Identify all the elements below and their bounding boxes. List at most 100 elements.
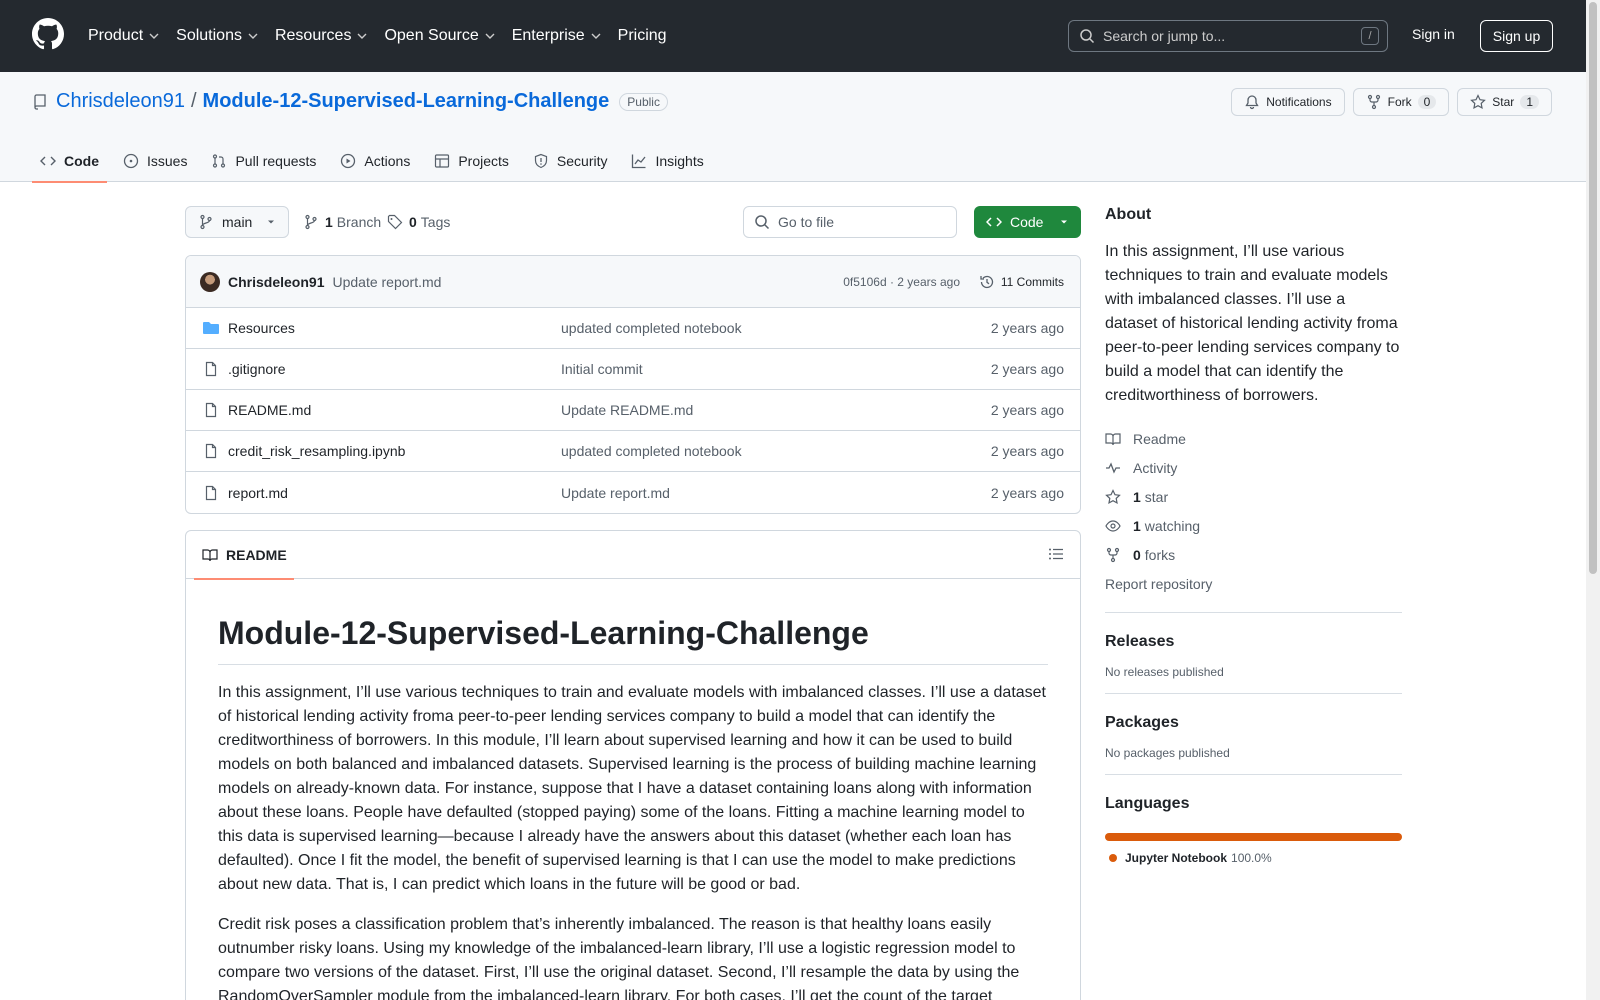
notifications-button[interactable]: Notifications <box>1231 88 1345 116</box>
star-icon <box>1105 488 1121 505</box>
branch-count: 1 <box>325 214 333 230</box>
tab-insights[interactable]: Insights <box>623 140 711 182</box>
repo-separator: / <box>190 90 197 112</box>
branches-link[interactable]: 1 Branch <box>303 206 381 238</box>
tab-label: Actions <box>364 153 411 169</box>
sign-in-link[interactable]: Sign in <box>1412 26 1455 42</box>
file-name-link[interactable]: README.md <box>228 402 311 418</box>
tab-label: Security <box>556 153 608 169</box>
tab-pull-requests[interactable]: Pull requests <box>203 140 324 182</box>
tab-issues[interactable]: Issues <box>115 140 195 182</box>
star-label: Star <box>1492 95 1515 109</box>
eye-icon <box>1105 518 1121 534</box>
list-icon[interactable] <box>1048 546 1064 562</box>
readme-paragraph: Credit risk poses a classification probl… <box>218 916 1020 1000</box>
releases-title[interactable]: Releases <box>1105 633 1402 651</box>
search-input[interactable]: Search or jump to... / <box>1068 20 1388 52</box>
repo-title: Chrisdeleon91 / Module-12-Supervised-Lea… <box>32 90 668 113</box>
github-logo-icon[interactable] <box>32 18 64 50</box>
readme-panel: README Module-12-Supervised-Learning-Cha… <box>185 530 1081 1000</box>
tab-label: Projects <box>458 153 509 169</box>
tab-actions[interactable]: Actions <box>332 140 418 182</box>
tab-label: Issues <box>147 153 188 169</box>
tab-security[interactable]: Security <box>525 140 616 182</box>
file-commit-message[interactable]: updated completed notebook <box>561 443 742 459</box>
file-date: 2 years ago <box>990 320 1064 336</box>
nav-solutions[interactable]: Solutions <box>176 27 259 45</box>
file-name-link[interactable]: Resources <box>228 320 295 336</box>
commits-history-link[interactable]: 11 Commits <box>979 274 1064 290</box>
star-button[interactable]: Star 1 <box>1457 88 1552 116</box>
commits-count: 11 Commits <box>1000 274 1064 289</box>
table-row[interactable]: .gitignore Initial commit 2 years ago <box>186 349 1080 390</box>
table-row[interactable]: credit_risk_resampling.ipynb updated com… <box>186 431 1080 472</box>
file-icon <box>202 361 220 377</box>
file-commit-message[interactable]: Update report.md <box>561 485 670 501</box>
file-name-link[interactable]: report.md <box>228 485 288 501</box>
tag-label: Tags <box>420 214 451 230</box>
commit-message-link[interactable]: Update report.md <box>332 274 441 290</box>
tag-count: 0 <box>409 214 417 230</box>
readme-tab[interactable]: README <box>194 531 294 580</box>
code-dropdown-button[interactable]: Code <box>974 206 1081 238</box>
repo-tabs: Code Issues Pull requests Actions Projec… <box>32 140 720 183</box>
about-title: About <box>1105 206 1152 223</box>
watchers-link[interactable]: 1 watching <box>1105 511 1402 540</box>
commit-author-link[interactable]: Chrisdeleon91 <box>228 274 324 290</box>
table-row[interactable]: README.md Update README.md 2 years ago <box>186 390 1080 431</box>
page-scrollbar[interactable] <box>1586 0 1600 1000</box>
readme-link[interactable]: Readme <box>1105 424 1402 453</box>
latest-commit-row: Chrisdeleon91 Update report.md 0f5106d ·… <box>186 256 1080 308</box>
nav-product[interactable]: Product <box>88 27 160 45</box>
tags-link[interactable]: 0 Tags <box>387 206 450 238</box>
readme-title: Module-12-Supervised-Learning-Challenge <box>218 615 1048 665</box>
book-icon <box>1105 431 1121 447</box>
repo-name-link[interactable]: Module-12-Supervised-Learning-Challenge <box>203 90 610 113</box>
commit-meta[interactable]: 0f5106d · 2 years ago <box>843 275 960 289</box>
search-shortcut-badge: / <box>1361 27 1379 45</box>
table-row[interactable]: Resources updated completed notebook 2 y… <box>186 308 1080 349</box>
branch-select-button[interactable]: main <box>185 206 289 238</box>
file-name-link[interactable]: .gitignore <box>228 361 286 377</box>
activity-link[interactable]: Activity <box>1105 453 1402 482</box>
nav-enterprise[interactable]: Enterprise <box>512 27 602 45</box>
global-header: Product Solutions Resources Open Source … <box>0 0 1586 72</box>
file-commit-message[interactable]: Update README.md <box>561 402 693 418</box>
scrollbar-thumb[interactable] <box>1589 2 1597 574</box>
packages-title[interactable]: Packages <box>1105 714 1402 732</box>
watching-label: watching <box>1144 517 1201 534</box>
nav-open-source[interactable]: Open Source <box>384 27 495 45</box>
tab-label: Pull requests <box>235 153 317 169</box>
releases-section: Releases No releases published <box>1105 612 1402 679</box>
nav-label: Resources <box>274 27 352 44</box>
chevron-down-icon <box>356 30 368 42</box>
nav-resources[interactable]: Resources <box>275 27 368 45</box>
file-commit-message[interactable]: updated completed notebook <box>561 320 742 336</box>
fork-count: 0 <box>1417 95 1437 109</box>
report-repository-link[interactable]: Report repository <box>1105 569 1402 598</box>
repo-owner-link[interactable]: Chrisdeleon91 <box>56 90 185 113</box>
avatar[interactable] <box>200 271 220 292</box>
nav-pricing[interactable]: Pricing <box>618 27 667 45</box>
file-icon <box>202 485 220 501</box>
search-icon <box>1079 28 1095 44</box>
file-name-link[interactable]: credit_risk_resampling.ipynb <box>228 443 405 459</box>
tab-code[interactable]: Code <box>32 140 107 183</box>
go-to-file-input[interactable]: Go to file <box>743 206 957 238</box>
about-description: In this assignment, I’ll use various tec… <box>1105 243 1400 404</box>
forks-label: forks <box>1144 546 1176 563</box>
bell-icon <box>1244 94 1260 110</box>
packages-section: Packages No packages published <box>1105 693 1402 760</box>
stars-link[interactable]: 1 star <box>1105 482 1402 511</box>
go-to-file-placeholder: Go to file <box>778 214 835 230</box>
table-row[interactable]: report.md Update report.md 2 years ago <box>186 472 1080 513</box>
branch-label: Branch <box>336 214 382 230</box>
forks-link[interactable]: 0 forks <box>1105 540 1402 569</box>
language-item[interactable]: Jupyter Notebook 100.0% <box>1105 851 1402 865</box>
tab-projects[interactable]: Projects <box>426 140 517 182</box>
graph-icon <box>631 153 647 169</box>
code-icon <box>986 214 1002 230</box>
file-commit-message[interactable]: Initial commit <box>561 361 643 377</box>
fork-button[interactable]: Fork 0 <box>1352 88 1450 116</box>
sign-up-button[interactable]: Sign up <box>1480 20 1553 52</box>
